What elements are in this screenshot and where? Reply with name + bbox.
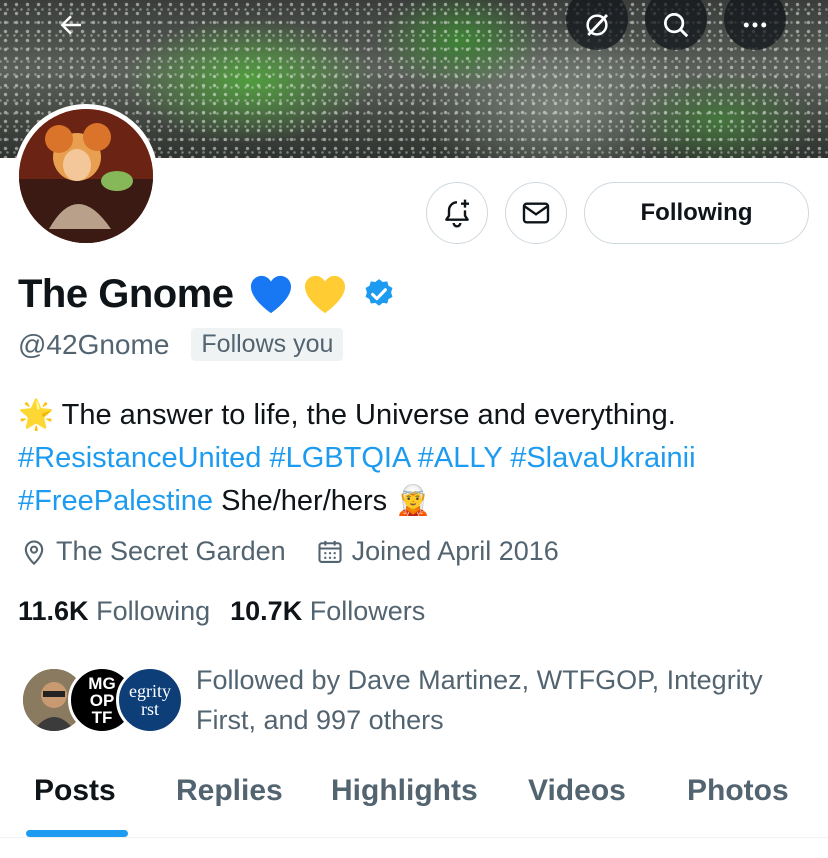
verified-badge-icon[interactable] <box>362 277 396 311</box>
elf-emoji: 🧝 <box>395 485 432 517</box>
calendar-icon <box>318 540 342 563</box>
tab-replies[interactable]: Replies <box>176 774 283 808</box>
more-horizontal-icon <box>743 22 767 28</box>
active-tab-indicator <box>26 830 128 837</box>
followed-by-avatars: MG OP TF egrity rst <box>20 660 184 734</box>
profile-avatar[interactable] <box>14 104 158 248</box>
bell-plus-icon <box>445 199 469 228</box>
pronouns: She/her/hers <box>221 485 388 517</box>
join-date: Joined April 2016 <box>316 536 559 567</box>
bio-line-1: 🌟 The answer to life, the Universe and e… <box>18 399 676 431</box>
display-name-row: The Gnome <box>18 268 396 320</box>
username-handle: @42Gnome <box>18 328 170 360</box>
followed-by[interactable]: MG OP TF egrity rst Followed by Dave Mar… <box>20 660 816 740</box>
message-button[interactable] <box>505 182 567 244</box>
avatar-image <box>19 109 153 243</box>
followers-link[interactable]: 10.7K Followers <box>230 596 425 627</box>
tab-highlights[interactable]: Highlights <box>331 774 478 808</box>
bio-line-3: #FreePalestine She/her/hers 🧝 <box>18 480 818 523</box>
search-icon <box>664 13 689 38</box>
tab-videos[interactable]: Videos <box>528 774 626 808</box>
location-pin-icon <box>24 540 44 565</box>
following-button[interactable]: Following <box>584 182 809 244</box>
profile-meta: The Secret Garden Joined April 2016 <box>20 536 559 567</box>
star-emoji: 🌟 <box>18 399 55 431</box>
follows-you-badge: Follows you <box>191 328 344 361</box>
arrow-left-icon <box>60 15 81 35</box>
follower-avatar-integrity-first: egrity rst <box>116 666 184 734</box>
profile-bio: 🌟 The answer to life, the Universe and e… <box>18 394 818 523</box>
bio-hashtags[interactable]: #ResistanceUnited #LGBTQIA #ALLY #SlavaU… <box>18 437 818 480</box>
location: The Secret Garden <box>20 536 286 567</box>
grok-icon <box>586 14 609 36</box>
blue-heart-emoji <box>250 275 291 314</box>
display-name: The Gnome <box>18 271 234 316</box>
hashtag-freepalestine[interactable]: #FreePalestine <box>18 485 213 517</box>
envelope-icon <box>522 202 550 224</box>
tab-photos[interactable]: Photos <box>687 774 789 808</box>
tab-posts[interactable]: Posts <box>34 774 116 808</box>
follow-stats: 11.6K Following 10.7K Followers <box>18 596 425 627</box>
following-link[interactable]: 11.6K Following <box>18 596 210 627</box>
profile-tabs: Posts Replies Highlights Videos Photos <box>0 760 828 838</box>
followed-by-text: Followed by Dave Martinez, WTFGOP, Integ… <box>196 665 763 735</box>
notifications-button[interactable] <box>426 182 488 244</box>
yellow-heart-emoji <box>304 275 345 314</box>
handle-row: @42Gnome Follows you <box>18 328 344 361</box>
